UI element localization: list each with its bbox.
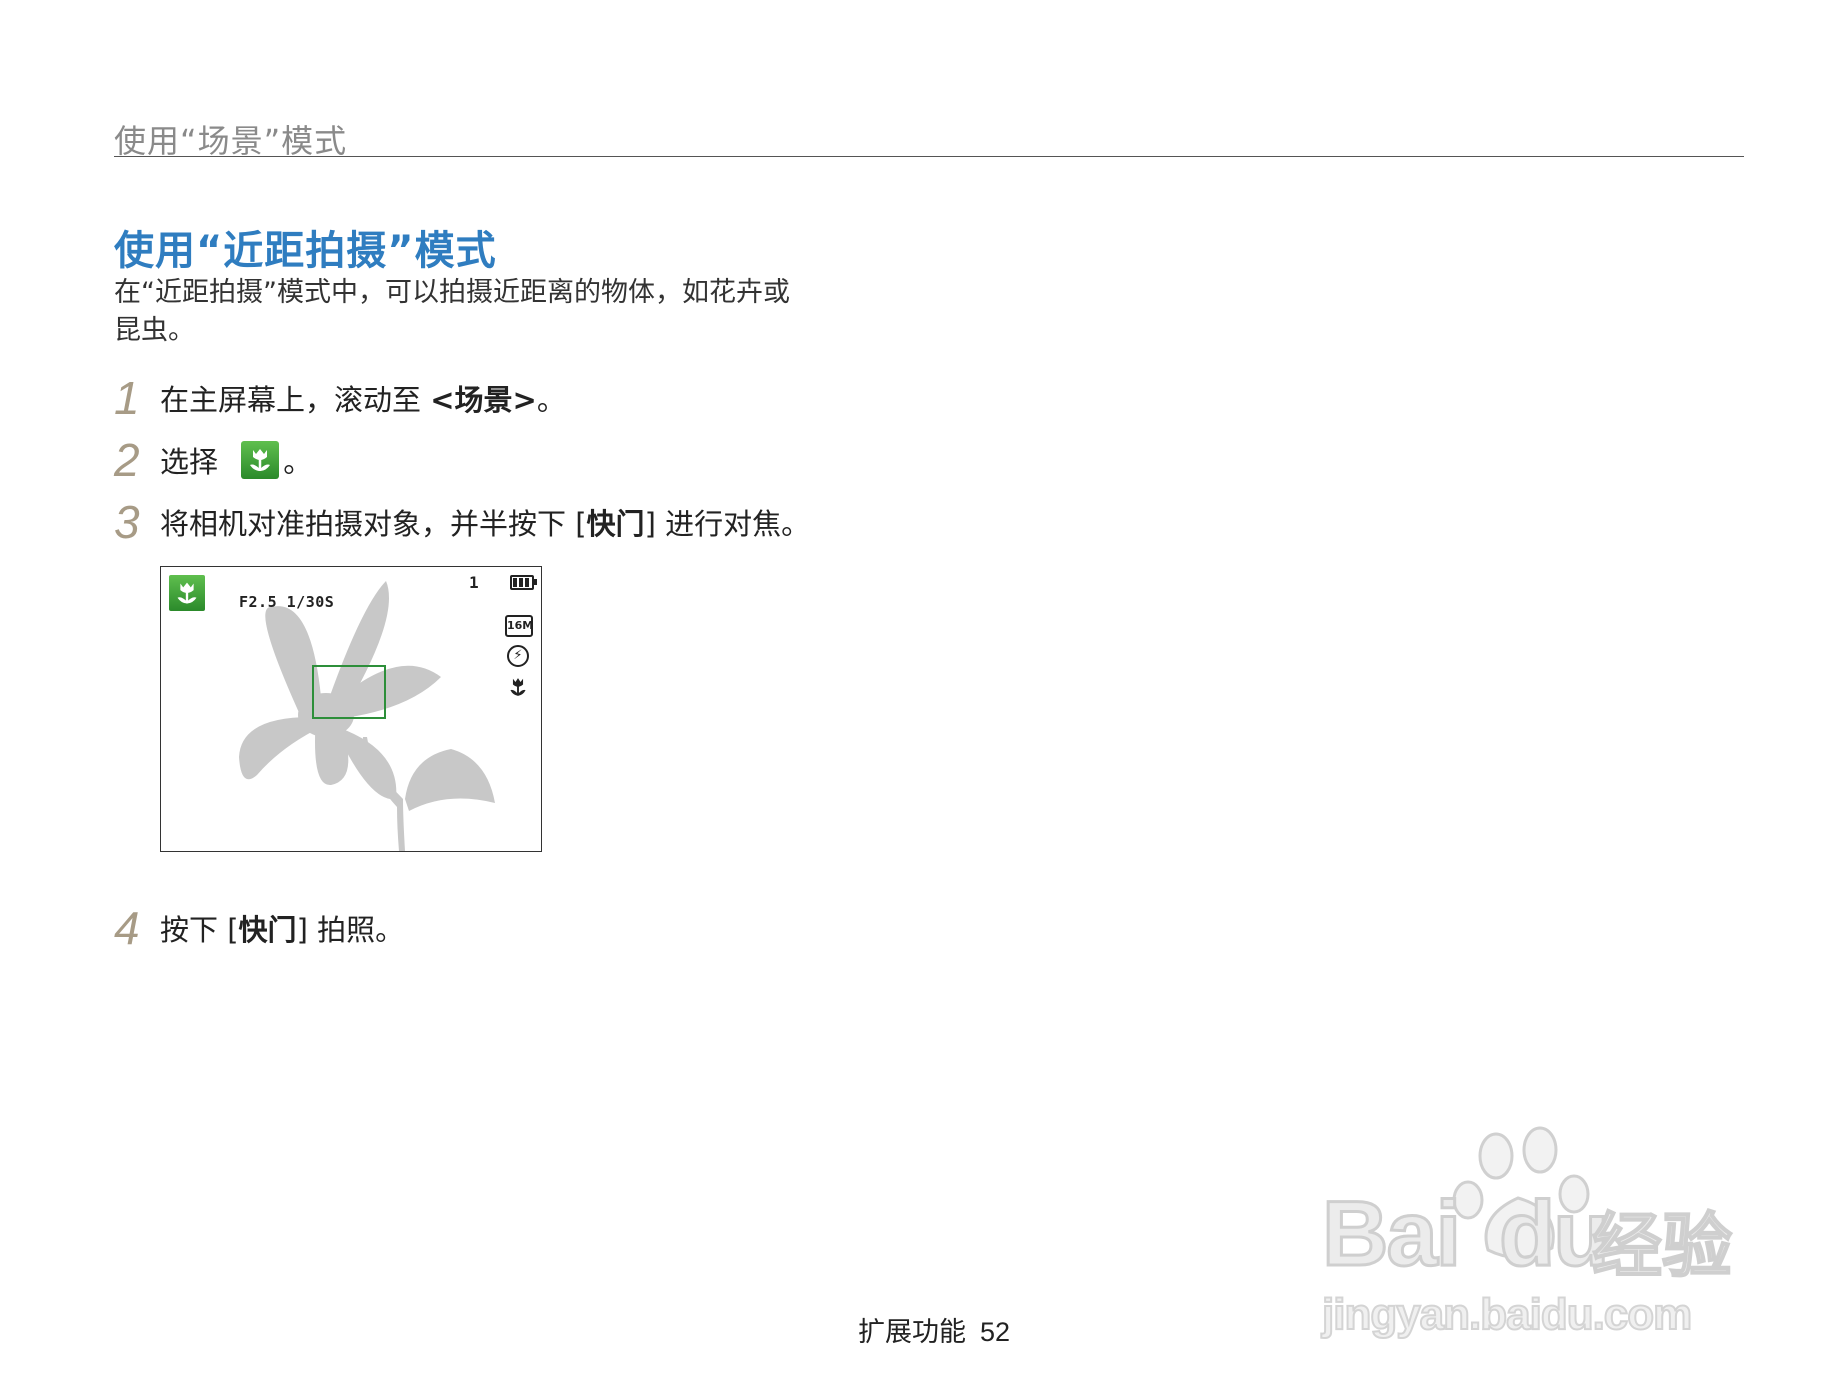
intro-paragraph: 在“近距拍摄”模式中，可以拍摄近距离的物体，如花卉或 昆虫。 [114, 274, 874, 350]
step-text-before: 将相机对准拍摄对象，并半按下 [ [160, 507, 587, 541]
step-text: 选择 [160, 439, 227, 481]
step-text: 将相机对准拍摄对象，并半按下 [快门] 进行对焦。 [160, 501, 810, 543]
macro-focus-icon [510, 678, 526, 696]
step-text-bold: <场景> [430, 383, 537, 417]
watermark-url: jingyan.baidu.com [1321, 1289, 1693, 1340]
step-text-before: 按下 [ [160, 913, 239, 947]
flash-off-icon: ⚡ [507, 645, 529, 667]
shots-remaining: 1 [469, 573, 479, 592]
footer-section-label: 扩展功能 [858, 1317, 966, 1348]
exposure-readout: F2.5 1/30S [239, 593, 335, 611]
step-text-bold: 快门 [586, 507, 645, 541]
step-number: 3 [114, 496, 140, 548]
header-title: 使用“场景”模式 [114, 122, 348, 160]
page-footer: 扩展功能 52 [858, 1310, 1010, 1349]
step-text-before: 在主屏幕上，滚动至 [160, 383, 431, 417]
intro-line-1: 在“近距拍摄”模式中，可以拍摄近距离的物体，如花卉或 [114, 277, 790, 308]
step-text-after: 。 [536, 383, 566, 417]
step-3: 3 将相机对准拍摄对象，并半按下 [快门] 进行对焦。 [114, 492, 810, 552]
page-number: 52 [980, 1317, 1011, 1347]
running-header: 使用“场景”模式 [114, 112, 1744, 160]
watermark-brand: Bai du [1320, 1182, 1611, 1287]
step-text-after: ] 进行对焦。 [644, 507, 811, 541]
step-text: 在主屏幕上，滚动至 <场景>。 [160, 377, 566, 419]
watermark-suffix: 经验 [1591, 1204, 1733, 1288]
step-number: 4 [114, 902, 140, 954]
macro-scene-icon [241, 441, 280, 479]
step-text-after: 。 [283, 445, 313, 479]
step-text-before: 选择 [160, 445, 228, 479]
step-text-after: ] 拍照。 [296, 913, 405, 947]
focus-frame [312, 665, 386, 719]
step-1: 1 在主屏幕上，滚动至 <场景>。 [114, 368, 566, 428]
step-number: 2 [114, 434, 140, 486]
section-title: 使用“近距拍摄”模式 [114, 228, 497, 274]
resolution-icon: 16M [505, 615, 533, 637]
step-2: 2 选择 。 [114, 430, 312, 490]
macro-mode-icon [169, 575, 205, 611]
battery-icon [510, 575, 537, 590]
step-4: 4 按下 [快门] 拍照。 [114, 898, 404, 958]
camera-screen-illustration: F2.5 1/30S 1 16M ⚡ [160, 566, 542, 852]
baidu-watermark: Bai du 经验 jingyan.baidu.com [1316, 1120, 1746, 1340]
intro-line-2: 昆虫。 [114, 315, 195, 346]
step-text: 按下 [快门] 拍照。 [160, 907, 404, 949]
step-number: 1 [114, 372, 140, 424]
step-text-bold: 快门 [238, 913, 297, 947]
